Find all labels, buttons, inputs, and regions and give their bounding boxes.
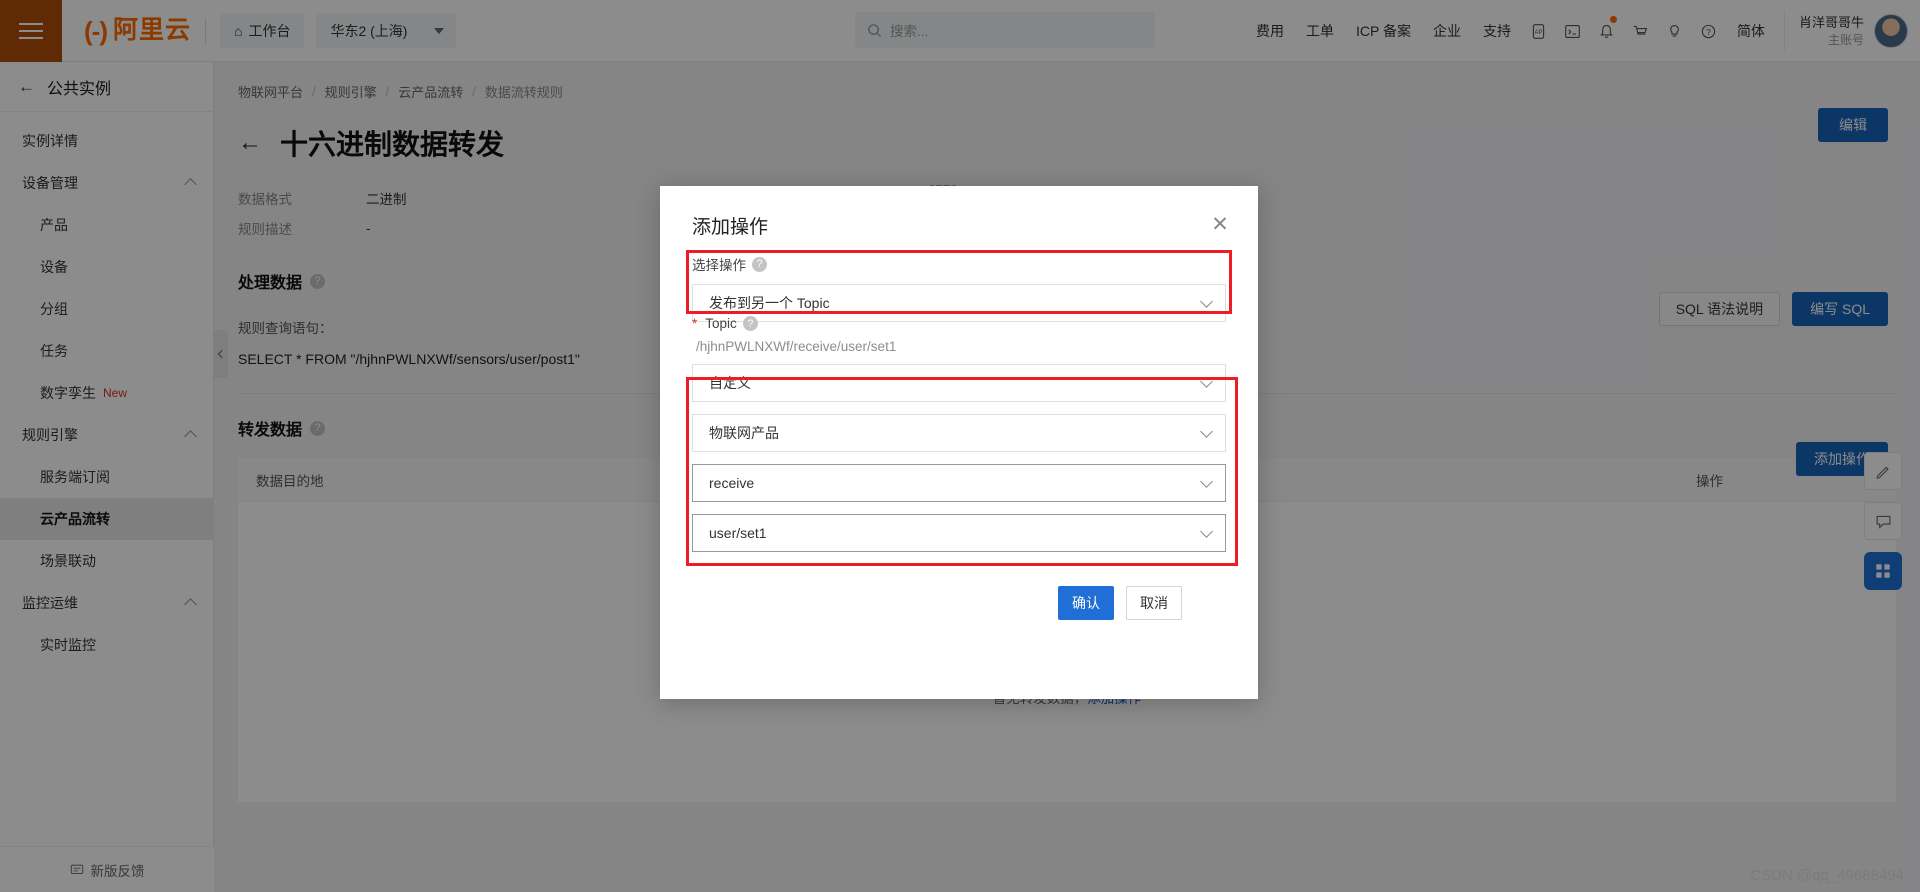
confirm-button[interactable]: 确认	[1058, 586, 1114, 620]
watermark: CSDN @qq_49688494	[1750, 867, 1904, 884]
topic-label-text: Topic	[705, 316, 737, 331]
annotation-box-topic	[686, 377, 1238, 566]
dialog-title: 添加操作	[692, 217, 769, 238]
dialog-actions: 确认 取消	[1058, 586, 1182, 620]
required-marker: *	[692, 316, 698, 331]
close-icon[interactable]: ✕	[1206, 210, 1234, 238]
annotation-box-operation	[686, 250, 1232, 314]
topic-field-label: * Topic ?	[692, 316, 1226, 331]
topic-path-preview: /hjhnPWLNXWf/receive/user/set1	[696, 339, 897, 354]
cancel-button[interactable]: 取消	[1126, 586, 1182, 620]
add-operation-dialog: 添加操作 ✕ 选择操作 ? 发布到另一个 Topic * Topic ? /hj…	[660, 186, 1258, 699]
help-icon[interactable]: ?	[742, 316, 758, 331]
